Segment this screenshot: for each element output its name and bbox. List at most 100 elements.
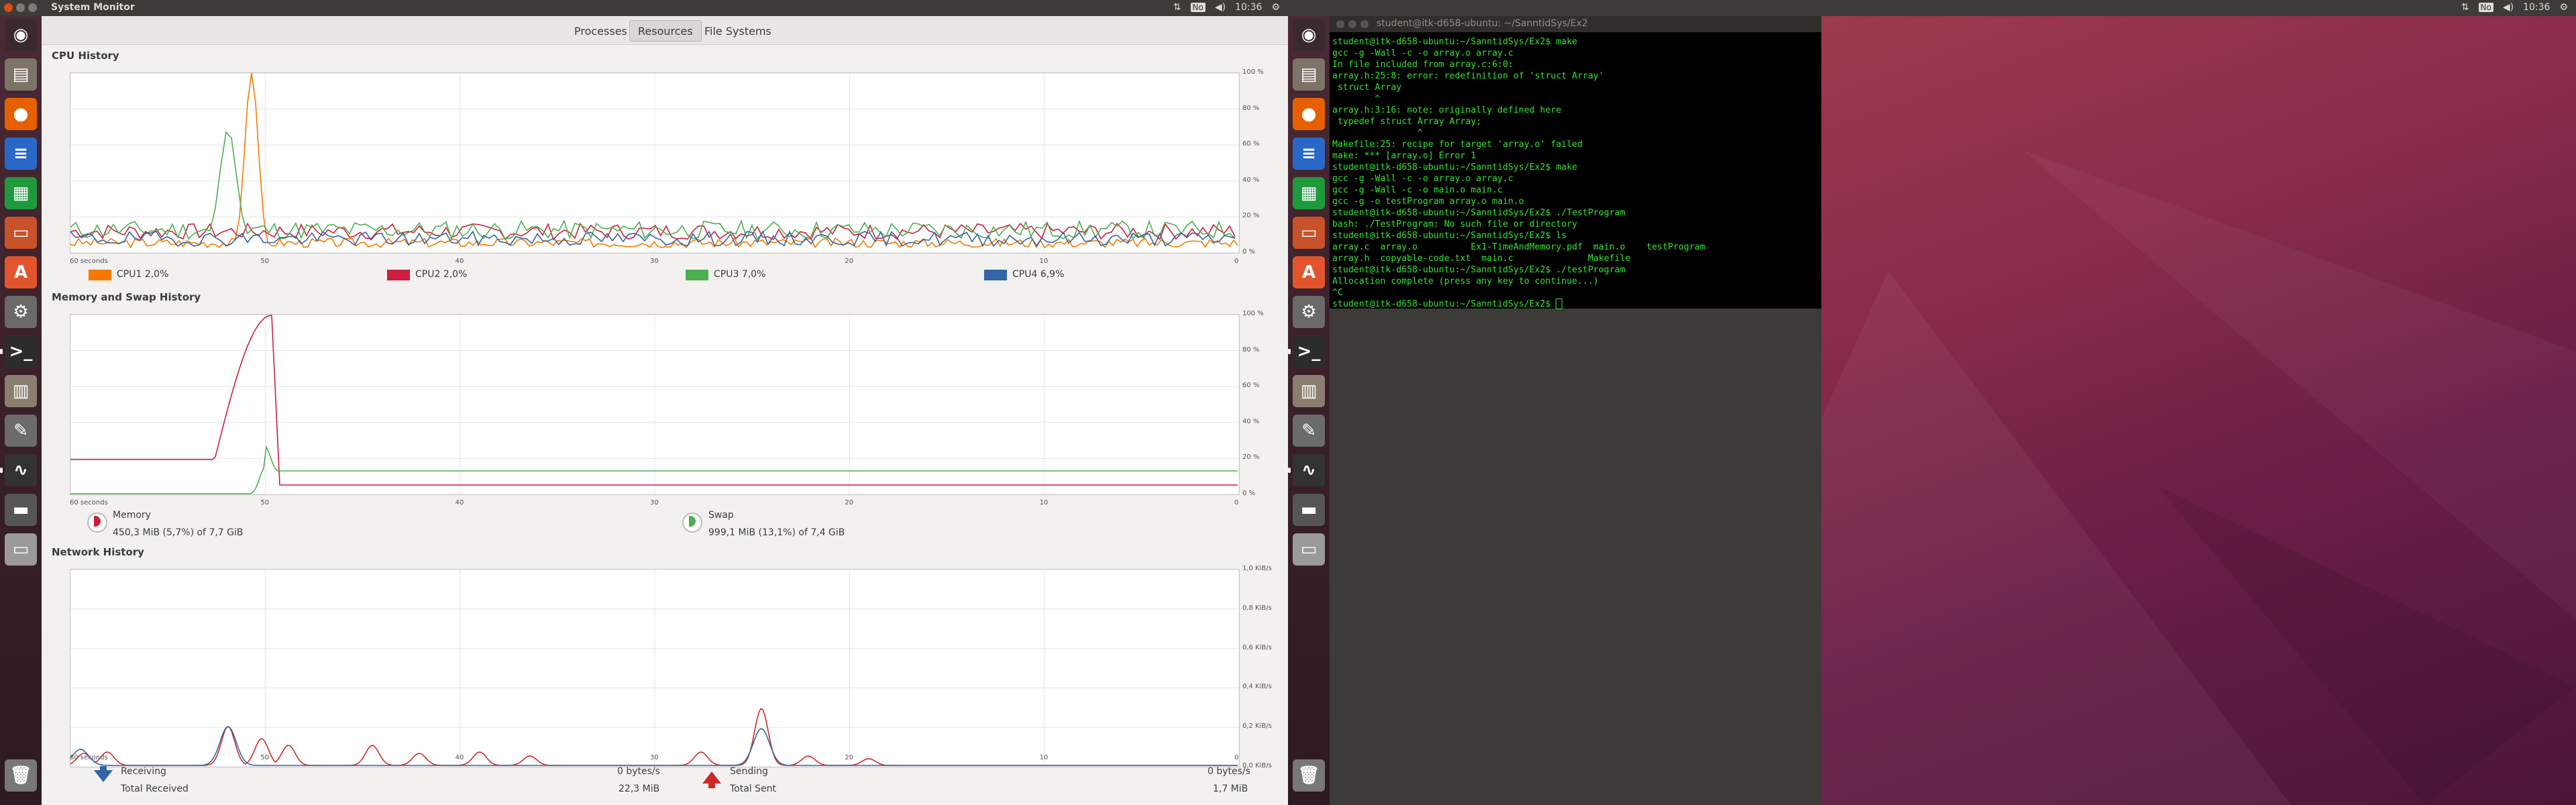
swap-pie-icon bbox=[682, 513, 702, 533]
clock[interactable]: 10:36 bbox=[1235, 2, 1262, 13]
network-y-tick: 1,0 KiB/s bbox=[1242, 565, 1272, 572]
text-editor-icon[interactable]: ✎ bbox=[5, 415, 37, 447]
dash-icon[interactable]: ◉ bbox=[1293, 19, 1325, 51]
memory-section-title: Memory and Swap History bbox=[52, 291, 201, 303]
sending-arrow-stem bbox=[708, 783, 715, 788]
memory-value: 450,3 MiB (5,7%) of 7,7 GiB bbox=[113, 527, 244, 538]
file-cabinet-icon[interactable]: ▥ bbox=[1293, 375, 1325, 407]
swap-value: 999,1 MiB (13,1%) of 7,4 GiB bbox=[708, 527, 845, 538]
cpu-x-tick: 30 bbox=[650, 258, 659, 265]
running-indicator bbox=[1288, 468, 1291, 473]
cpu-x-tick: 60 seconds bbox=[70, 258, 108, 265]
terminal-maximize-button[interactable] bbox=[1360, 20, 1368, 28]
usb-drive-icon[interactable]: ▭ bbox=[5, 533, 37, 566]
wallpaper-shapes bbox=[1821, 150, 2576, 805]
terminal-minimize-button[interactable] bbox=[1348, 20, 1356, 28]
keyboard-indicator-right[interactable]: No bbox=[2478, 3, 2493, 12]
volume-icon[interactable]: ◀) bbox=[1215, 2, 1226, 13]
cpu4-legend-label: CPU4 6,9% bbox=[1012, 269, 1065, 280]
network-sort-icon[interactable]: ⇅ bbox=[1173, 2, 1181, 13]
memory-y-tick: 0 % bbox=[1242, 490, 1256, 497]
writer-icon[interactable]: ≡ bbox=[1293, 138, 1325, 170]
terminal-line: gcc -g -Wall -c -o main.o main.c bbox=[1332, 185, 1503, 195]
drive-icon[interactable]: ▬ bbox=[1293, 494, 1325, 526]
writer-icon[interactable]: ≡ bbox=[5, 138, 37, 170]
terminal-icon[interactable]: >_ bbox=[5, 335, 37, 368]
memory-y-tick: 40 % bbox=[1242, 417, 1260, 425]
sending-arrow-icon bbox=[702, 771, 721, 784]
terminal-titlebar: student@itk-d658-ubuntu: ~/SanntidSys/Ex… bbox=[1330, 16, 1821, 32]
terminal-line: struct Array bbox=[1332, 83, 1402, 93]
tab-processes[interactable]: Processes bbox=[566, 20, 636, 42]
total-sent-label: Total Sent bbox=[730, 784, 777, 794]
minimize-window-button[interactable] bbox=[16, 3, 25, 12]
left-top-panel: System Monitor ⇅ No ◀) 10:36 ⚙ bbox=[0, 0, 1288, 16]
cpu-y-tick: 60 % bbox=[1242, 140, 1260, 148]
file-cabinet-icon[interactable]: ▥ bbox=[5, 375, 37, 407]
volume-icon-right[interactable]: ◀) bbox=[2503, 2, 2514, 13]
tab-file-systems[interactable]: File Systems bbox=[696, 20, 780, 42]
firefox-icon[interactable]: ● bbox=[1293, 98, 1325, 130]
terminal-window[interactable]: student@itk-d658-ubuntu: ~/SanntidSys/Ex… bbox=[1330, 16, 1821, 309]
drive-icon[interactable]: ▬ bbox=[5, 494, 37, 526]
clock-right[interactable]: 10:36 bbox=[2523, 2, 2550, 13]
total-received-label: Total Received bbox=[121, 784, 189, 794]
memory-pie-icon bbox=[87, 513, 107, 533]
network-x-tick: 10 bbox=[1039, 754, 1049, 761]
gear-icon[interactable]: ⚙ bbox=[1271, 2, 1280, 13]
gear-icon-right[interactable]: ⚙ bbox=[2559, 2, 2568, 13]
calc-icon[interactable]: ▦ bbox=[5, 177, 37, 209]
firefox-icon[interactable]: ● bbox=[5, 98, 37, 130]
settings-icon[interactable]: ⚙ bbox=[1293, 296, 1325, 328]
impress-icon[interactable]: ▭ bbox=[1293, 217, 1325, 249]
network-y-tick: 0,4 KiB/s bbox=[1242, 683, 1272, 691]
terminal-line: ^C bbox=[1332, 288, 1343, 298]
impress-icon[interactable]: ▭ bbox=[5, 217, 37, 249]
software-center-icon[interactable]: A bbox=[1293, 256, 1325, 288]
system-monitor-icon[interactable]: ∿ bbox=[5, 454, 37, 486]
tab-resources[interactable]: Resources bbox=[629, 20, 702, 42]
terminal-icon[interactable]: >_ bbox=[1293, 335, 1325, 368]
terminal-close-button[interactable] bbox=[1336, 20, 1344, 28]
calc-icon[interactable]: ▦ bbox=[1293, 177, 1325, 209]
close-window-button[interactable] bbox=[4, 3, 13, 12]
cpu-chart bbox=[70, 72, 1240, 254]
settings-icon[interactable]: ⚙ bbox=[5, 296, 37, 328]
usb-drive-icon[interactable]: ▭ bbox=[1293, 533, 1325, 566]
memory-x-tick: 40 bbox=[455, 499, 464, 506]
memory-graph bbox=[70, 314, 1240, 495]
cpu2-color-swatch[interactable] bbox=[387, 270, 410, 280]
network-x-tick: 60 seconds bbox=[70, 754, 108, 761]
network-x-tick: 50 bbox=[260, 754, 270, 761]
cpu1-series bbox=[70, 72, 1238, 249]
cpu-section-title: CPU History bbox=[52, 50, 119, 62]
network-y-tick: 0,6 KiB/s bbox=[1242, 643, 1272, 651]
network-section-title: Network History bbox=[52, 546, 144, 558]
terminal-line: gcc -g -Wall -c -o array.o array.c bbox=[1332, 48, 1513, 58]
total-sent-value: 1,7 MiB bbox=[1213, 784, 1248, 794]
running-indicator bbox=[0, 349, 3, 354]
maximize-window-button[interactable] bbox=[28, 3, 37, 12]
cpu1-color-swatch[interactable] bbox=[89, 270, 111, 280]
keyboard-indicator[interactable]: No bbox=[1190, 3, 1205, 12]
files-icon[interactable]: ▤ bbox=[1293, 58, 1325, 91]
text-editor-icon[interactable]: ✎ bbox=[1293, 415, 1325, 447]
cpu-graph bbox=[70, 72, 1240, 254]
network-x-tick: 0 bbox=[1234, 754, 1239, 761]
terminal-line: bash: ./TestProgram: No such file or dir… bbox=[1332, 219, 1578, 229]
trash-icon[interactable]: 🗑 bbox=[5, 759, 37, 792]
network-sort-icon-right[interactable]: ⇅ bbox=[2461, 2, 2469, 13]
software-center-icon[interactable]: A bbox=[5, 256, 37, 288]
cpu4-color-swatch[interactable] bbox=[984, 270, 1007, 280]
memory-y-tick: 20 % bbox=[1242, 453, 1260, 462]
dash-icon[interactable]: ◉ bbox=[5, 19, 37, 51]
files-icon[interactable]: ▤ bbox=[5, 58, 37, 91]
cpu3-color-swatch[interactable] bbox=[686, 270, 708, 280]
terminal-output[interactable]: student@itk-d658-ubuntu:~/SanntidSys/Ex2… bbox=[1332, 36, 1819, 310]
cpu3-legend-label: CPU3 7,0% bbox=[714, 269, 766, 280]
trash-icon[interactable]: 🗑 bbox=[1293, 759, 1325, 792]
system-monitor-icon[interactable]: ∿ bbox=[1293, 454, 1325, 486]
left-launcher: ◉ ▤ ● ≡ ▦ ▭ A ⚙ >_ ▥ ✎ ∿ ▬ ▭ 🗑 bbox=[0, 16, 42, 805]
swap-series bbox=[70, 445, 1238, 494]
receiving-rate: 0 bytes/s bbox=[617, 766, 660, 777]
